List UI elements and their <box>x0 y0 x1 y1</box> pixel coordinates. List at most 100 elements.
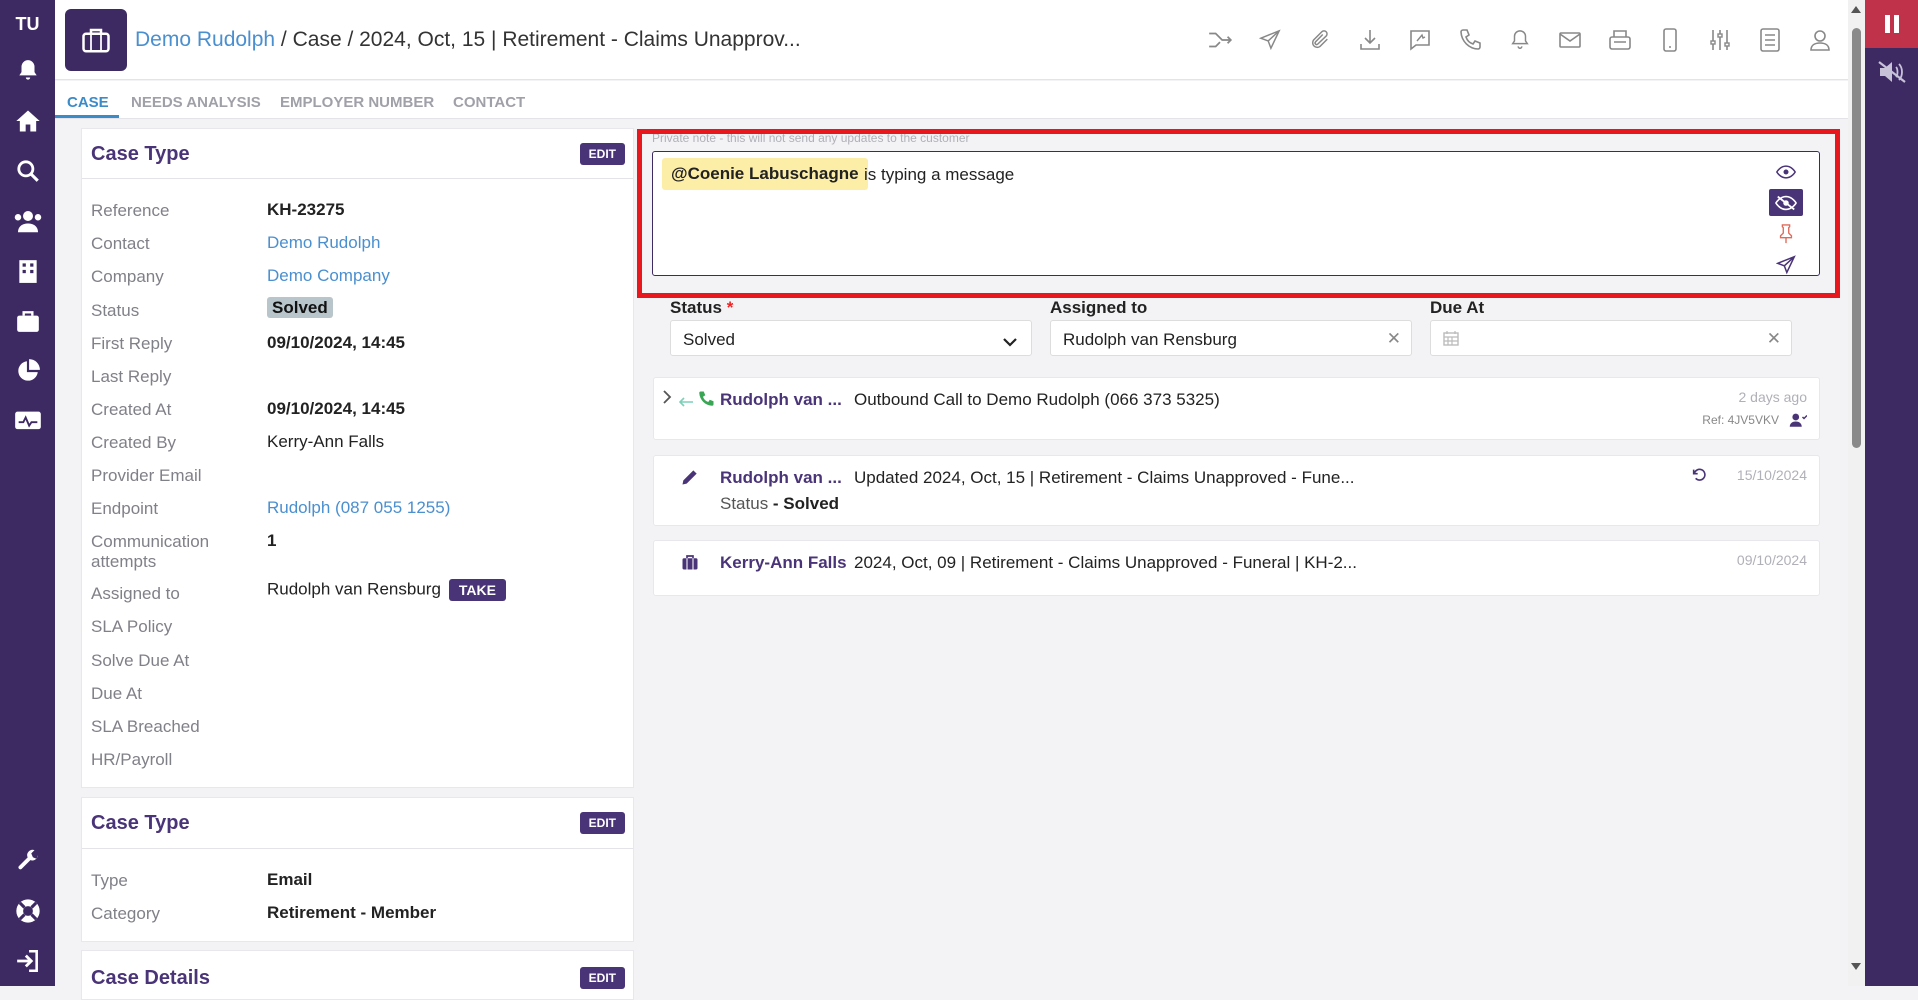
timeline-item[interactable]: Kerry-Ann Falls 2024, Oct, 09 | Retireme… <box>653 540 1820 596</box>
user-assign-icon[interactable] <box>1789 412 1808 433</box>
tab-needs-analysis[interactable]: NEEDS ANALYSIS <box>131 94 261 111</box>
due-date-input[interactable]: ✕ <box>1430 320 1792 356</box>
created-by-label: Created By <box>91 433 177 452</box>
type-label: Type <box>91 871 128 890</box>
timeline-item[interactable]: Rudolph van ... Updated 2024, Oct, 15 | … <box>653 455 1820 526</box>
merge-icon[interactable] <box>1195 22 1245 58</box>
scroll-down-arrow[interactable] <box>1851 963 1861 970</box>
company-label: Company <box>91 267 164 286</box>
contact-label: Contact <box>91 234 150 253</box>
status-select-value: Solved <box>683 330 735 349</box>
monitor-icon[interactable] <box>0 396 55 446</box>
case-details-panel: Case Details EDIT <box>81 950 634 1000</box>
status-field-label: Status * <box>670 298 734 317</box>
attachment-icon[interactable] <box>1295 22 1345 58</box>
last-reply-label: Last Reply <box>91 367 172 386</box>
sliders-icon[interactable] <box>1695 22 1745 58</box>
user-initials[interactable]: TU <box>0 14 55 46</box>
contacts-icon[interactable] <box>0 196 55 246</box>
private-note-input[interactable]: @Coenie Labuschagne is typing a message <box>652 151 1820 276</box>
take-button[interactable]: TAKE <box>448 579 506 601</box>
briefcase-icon[interactable] <box>0 296 55 346</box>
communication-attempts-value: 1 <box>267 531 277 550</box>
notification-bell-icon[interactable] <box>1495 22 1545 58</box>
assigned-select-value: Rudolph van Rensburg <box>1063 330 1237 349</box>
bell-icon[interactable] <box>0 46 55 96</box>
category-label: Category <box>91 904 160 923</box>
timeline-date: 15/10/2024 <box>1736 467 1807 483</box>
reports-icon[interactable] <box>0 346 55 396</box>
contact-link[interactable]: Demo Rudolph <box>267 233 380 253</box>
due-at-label: Due At <box>91 684 143 703</box>
pause-icon[interactable] <box>1865 0 1918 48</box>
panel-title: Case Type <box>91 143 190 165</box>
timeline-text: Outbound Call to Demo Rudolph (066 373 5… <box>854 390 1220 409</box>
timeline-text: Updated 2024, Oct, 15 | Retirement - Cla… <box>854 468 1355 487</box>
created-at-value: 09/10/2024, 14:45 <box>267 399 406 418</box>
mute-icon[interactable] <box>1865 48 1918 96</box>
status-label: Status <box>91 301 140 320</box>
company-icon[interactable] <box>0 246 55 296</box>
user-profile-icon[interactable] <box>1795 22 1845 58</box>
pencil-icon <box>680 467 700 492</box>
scrollbar-thumb[interactable] <box>1852 28 1861 448</box>
case-type-panel: Case Type EDIT Type Email Category Retir… <box>81 797 634 942</box>
search-icon[interactable] <box>0 146 55 196</box>
undo-icon[interactable] <box>1691 467 1707 488</box>
eye-icon[interactable] <box>1769 158 1803 185</box>
clear-assigned-icon[interactable]: ✕ <box>1387 329 1401 349</box>
clear-due-icon[interactable]: ✕ <box>1767 329 1781 349</box>
communication-attempts-label: Communication attempts <box>91 532 210 571</box>
send-note-icon[interactable] <box>1769 251 1803 278</box>
provider-email-label: Provider Email <box>91 466 202 485</box>
phone-icon[interactable] <box>1445 22 1495 58</box>
solve-due-label: Solve Due At <box>91 651 190 670</box>
status-badge: Solved <box>267 297 333 318</box>
wrench-icon[interactable] <box>0 836 55 886</box>
category-value: Retirement - Member <box>267 903 437 922</box>
assigned-label: Assigned to <box>91 584 180 603</box>
case-panel: Case Type EDIT Reference KH-23275 Contac… <box>81 128 634 788</box>
timeline-author[interactable]: Rudolph van ... <box>720 390 842 410</box>
logout-icon[interactable] <box>0 936 55 986</box>
divider <box>82 848 633 849</box>
assigned-value: Rudolph van Rensburg <box>267 579 441 599</box>
edit-case-button[interactable]: EDIT <box>579 143 625 165</box>
timeline-author[interactable]: Rudolph van ... <box>720 468 842 488</box>
mention-tag[interactable]: @Coenie Labuschagne <box>662 158 868 190</box>
breadcrumb-contact-link[interactable]: Demo Rudolph <box>135 28 275 51</box>
checklist-icon[interactable] <box>1745 22 1795 58</box>
tab-employer-number[interactable]: EMPLOYER NUMBER <box>280 94 434 111</box>
tab-contact[interactable]: CONTACT <box>453 94 525 111</box>
chevron-down-icon <box>1003 332 1017 352</box>
assigned-select[interactable]: Rudolph van Rensburg ✕ <box>1050 320 1412 356</box>
timeline-item[interactable]: Rudolph van ... Outbound Call to Demo Ru… <box>653 377 1820 440</box>
email-icon[interactable] <box>1545 22 1595 58</box>
scroll-up-arrow[interactable] <box>1851 6 1861 13</box>
download-icon[interactable] <box>1345 22 1395 58</box>
pin-icon[interactable] <box>1769 220 1803 247</box>
tab-case[interactable]: CASE <box>67 94 109 111</box>
first-reply-label: First Reply <box>91 334 173 353</box>
inbound-arrow-icon <box>678 394 694 412</box>
due-field-label: Due At <box>1430 298 1485 317</box>
divider <box>82 178 633 179</box>
fax-icon[interactable] <box>1595 22 1645 58</box>
edit-case-type-button[interactable]: EDIT <box>579 812 625 834</box>
eye-slash-icon[interactable] <box>1769 189 1803 216</box>
reference-label: Reference <box>91 201 170 220</box>
company-link[interactable]: Demo Company <box>267 266 390 286</box>
timeline-ref: Ref: 4JV5VKV <box>1702 413 1779 427</box>
sla-policy-label: SLA Policy <box>91 617 173 636</box>
calendar-icon <box>1443 330 1459 351</box>
endpoint-link[interactable]: Rudolph (087 055 1255) <box>267 498 450 518</box>
send-icon[interactable] <box>1245 22 1295 58</box>
chevron-right-icon[interactable] <box>662 390 672 409</box>
home-icon[interactable] <box>0 96 55 146</box>
mobile-icon[interactable] <box>1645 22 1695 58</box>
status-select[interactable]: Solved <box>670 320 1032 356</box>
timeline-author[interactable]: Kerry-Ann Falls <box>720 553 847 573</box>
chat-icon[interactable] <box>1395 22 1445 58</box>
help-icon[interactable] <box>0 886 55 936</box>
briefcase-small-icon <box>681 553 699 576</box>
